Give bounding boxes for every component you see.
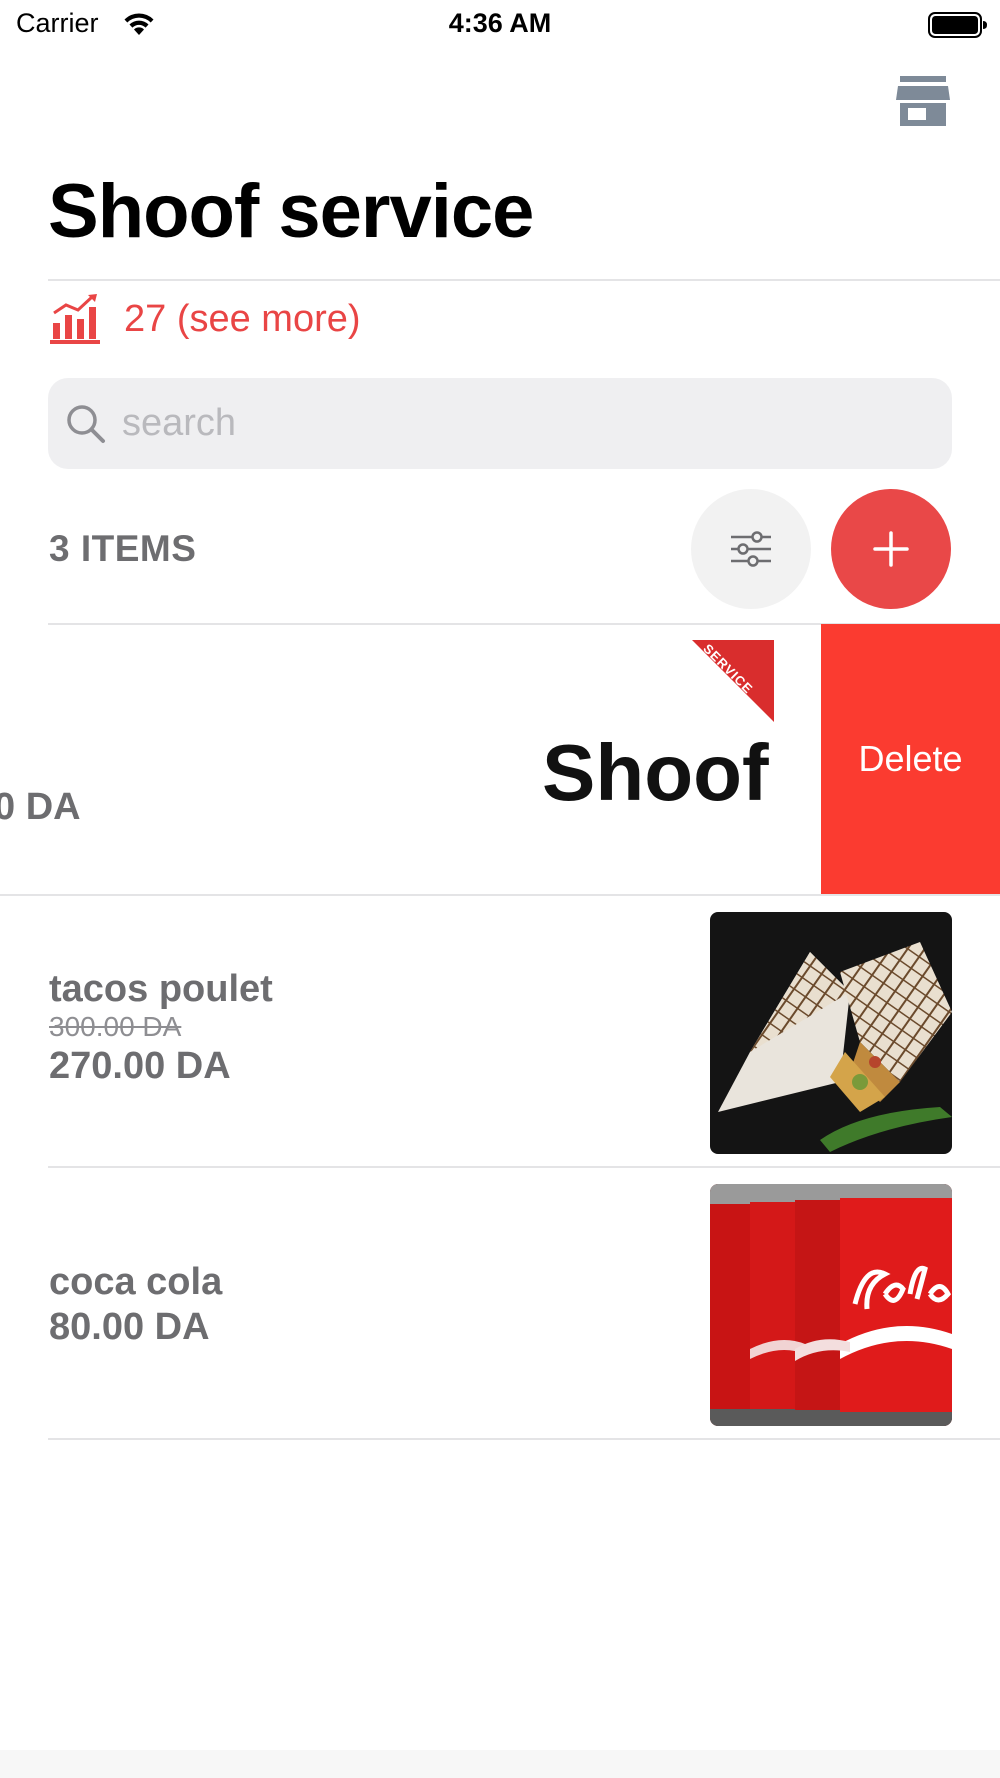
item-price: 0 DA — [0, 786, 81, 828]
item-price: 80.00 DA — [49, 1306, 210, 1348]
item-name: tacos poulet — [49, 968, 273, 1010]
home-indicator-area — [0, 1750, 1000, 1778]
item-thumbnail — [710, 912, 952, 1154]
status-bar: Carrier 4:36 AM — [0, 0, 1000, 50]
clock: 4:36 AM — [448, 8, 552, 38]
filter-button[interactable] — [691, 489, 811, 609]
stats-label: 27 (see more) — [124, 297, 361, 340]
item-old-price: 300.00 DA — [49, 1011, 182, 1042]
title-divider — [48, 279, 1000, 281]
search-input[interactable] — [122, 402, 902, 445]
list-item[interactable]: coca cola 80.00 DA — [0, 1168, 1000, 1438]
item-thumbnail: SERVICE Shoof — [532, 640, 774, 882]
row-divider — [48, 1438, 1000, 1440]
shoof-logo: SERVICE Shoof — [542, 640, 774, 817]
item-name: coca cola — [49, 1261, 223, 1303]
item-price: 270.00 DA — [49, 1045, 231, 1087]
stats-link[interactable]: 27 (see more) — [48, 294, 361, 344]
search-bar[interactable] — [48, 378, 952, 469]
logo-text: Shoof — [542, 728, 769, 817]
coca-cola-image — [710, 1184, 952, 1426]
bar-chart-icon — [50, 294, 100, 344]
storefront-icon — [896, 76, 950, 126]
plus-icon — [873, 531, 909, 567]
page-title: Shoof service — [48, 169, 534, 254]
delete-button[interactable]: Delete — [821, 624, 1000, 894]
battery-icon — [928, 12, 987, 38]
store-button[interactable] — [896, 76, 950, 128]
list-item[interactable]: 0 DA SERVICE Shoof Delete — [0, 624, 1000, 894]
sliders-icon — [731, 531, 771, 567]
items-count: 3 ITEMS — [49, 528, 197, 569]
item-thumbnail — [710, 1184, 952, 1426]
add-item-button[interactable] — [831, 489, 951, 609]
search-icon — [67, 404, 105, 443]
list-item[interactable]: tacos poulet 300.00 DA 270.00 DA — [0, 896, 1000, 1166]
tacos-image — [710, 912, 952, 1154]
